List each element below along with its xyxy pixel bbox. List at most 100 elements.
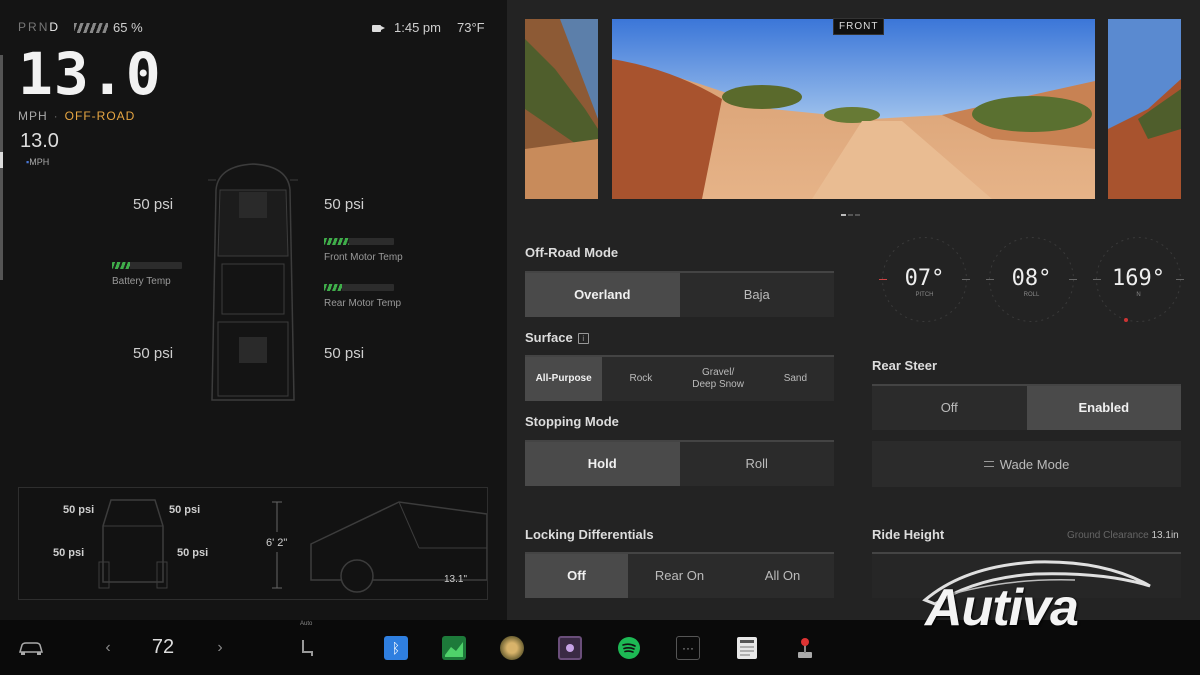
gear-d: D (49, 20, 61, 34)
roll-gauge: 08° ROLL (984, 232, 1079, 327)
pitch-value: 07° (904, 266, 945, 291)
temp-down-button[interactable]: ‹ (98, 620, 118, 675)
more-apps-glyph: ··· (676, 635, 700, 660)
seat-glyph (302, 639, 313, 656)
front-motor-temp-bar (324, 238, 394, 245)
stopping-mode-selector: Hold Roll (525, 440, 834, 486)
battery-temp-fill (112, 262, 130, 269)
battery-temp-bar (112, 262, 182, 269)
heading-value: 169° (1112, 266, 1165, 291)
speedometer: 13.0 (18, 40, 162, 108)
camera-page-dot[interactable] (855, 214, 860, 216)
off-road-mode-title: Off-Road Mode (525, 245, 619, 260)
toybox-glyph (500, 635, 524, 660)
roll-value: 08° (1011, 266, 1052, 291)
rear-motor-temp-fill (324, 284, 342, 291)
wade-mode-icon (983, 461, 994, 467)
toybox-app-icon[interactable] (498, 620, 526, 675)
gear-r: R (28, 20, 39, 34)
truck-rear-view-icon (98, 499, 168, 589)
gear-n: N (38, 20, 50, 34)
speed-unit-row: MPH · OFF-ROAD (18, 109, 135, 123)
rear-view-psi-rr: 50 psi (177, 547, 209, 559)
rear-steer-selector: Off Enabled (872, 384, 1181, 430)
gear-indicator: PRND (18, 20, 60, 34)
rear-view-psi-fr: 50 psi (169, 504, 201, 516)
battery-temp-label: Battery Temp (112, 276, 171, 287)
truck-top-view-icon (208, 163, 298, 401)
locking-differentials-option[interactable]: All On (731, 554, 834, 598)
drive-mode-label: OFF-ROAD (64, 109, 136, 123)
rear-steer-option[interactable]: Off (872, 386, 1027, 430)
temp-up-button[interactable]: › (210, 620, 230, 675)
rear-view-psi-fl: 50 psi (63, 504, 95, 516)
camera-app-glyph (558, 635, 582, 660)
pitch-gauge: 07° PITCH (877, 232, 972, 327)
bluetooth-glyph: ᛒ (384, 635, 408, 660)
wade-mode-button[interactable]: Wade Mode (872, 441, 1181, 487)
stopping-mode-option[interactable]: Roll (679, 442, 834, 486)
surface-option[interactable]: All-Purpose (525, 357, 603, 401)
ground-clearance-value: 13.1in (1151, 530, 1179, 541)
heading-gauge: 169° N (1091, 232, 1186, 327)
tire-pressure-front-right: 50 psi (324, 196, 365, 213)
surface-option[interactable]: Rock (602, 357, 680, 401)
speed-unit: MPH (18, 109, 48, 123)
seat-heater-label: Auto (300, 621, 313, 627)
front-motor-temp-label: Front Motor Temp (324, 252, 403, 263)
ground-clearance-readout: Ground Clearance 13.1in (1067, 530, 1179, 541)
cabin-temperature[interactable]: 72 (140, 620, 186, 675)
dashcam-icon[interactable] (372, 25, 385, 32)
off-road-mode-selector: Overland Baja (525, 271, 834, 317)
manual-glyph (737, 636, 757, 659)
front-camera-feed[interactable] (612, 19, 1095, 199)
battery-icon (74, 23, 108, 33)
ground-clearance-label: Ground Clearance (1067, 530, 1149, 541)
camera-page-dot[interactable] (848, 214, 853, 216)
inclinometer-gauges: 07° PITCH 08° ROLL 169° N (873, 232, 1191, 327)
left-camera-feed[interactable] (525, 19, 598, 199)
bluetooth-icon[interactable]: ᛒ (382, 620, 410, 675)
rear-steer-title: Rear Steer (872, 358, 938, 373)
surface-title-text: Surface (525, 330, 573, 345)
locking-differentials-selector: Off Rear On All On (525, 552, 834, 598)
rear-motor-temp-label: Rear Motor Temp (324, 298, 402, 309)
front-motor-temp-fill (324, 238, 349, 245)
battery-percent: 65 % (113, 20, 143, 35)
more-apps-icon[interactable]: ··· (674, 620, 702, 675)
locking-differentials-option[interactable]: Off (525, 554, 628, 598)
rear-steer-option[interactable]: Enabled (1026, 386, 1181, 430)
clock: 1:45 pm (394, 20, 441, 35)
pitch-label: PITCH (915, 292, 934, 298)
wade-mode-label: Wade Mode (999, 456, 1070, 472)
energy-app-icon[interactable] (440, 620, 468, 675)
joystick-glyph (798, 637, 812, 658)
off-road-controls-panel: FRONT Off-Road Mode Overland Baja Surface… (507, 0, 1200, 620)
surface-option[interactable]: Sand (756, 357, 834, 401)
manual-app-icon[interactable] (733, 620, 761, 675)
info-icon[interactable]: i (577, 333, 589, 345)
stopping-mode-option[interactable]: Hold (525, 442, 680, 486)
panel-edge-thumb[interactable] (0, 152, 3, 168)
rear-view-psi-rl: 50 psi (53, 547, 85, 559)
car-icon[interactable] (14, 620, 48, 675)
front-camera-label: FRONT (833, 18, 885, 35)
off-road-mode-option[interactable]: Baja (679, 273, 834, 317)
camera-app-icon[interactable] (556, 620, 584, 675)
gear-p: P (18, 20, 29, 34)
camera-page-indicator[interactable] (841, 203, 867, 216)
spotify-icon[interactable] (615, 620, 643, 675)
vehicle-dimensions-panel: 50 psi 50 psi 50 psi 50 psi 6' 2" 13.1" (18, 487, 488, 600)
stopping-mode-title: Stopping Mode (525, 414, 619, 429)
seat-heater-icon[interactable] (292, 620, 322, 675)
surface-option[interactable]: Gravel/Deep Snow (679, 357, 757, 401)
speed-limit-unit: ▪MPH (26, 157, 49, 167)
joystick-app-icon[interactable] (791, 620, 819, 675)
locking-differentials-option[interactable]: Rear On (628, 554, 731, 598)
right-camera-feed[interactable] (1108, 19, 1181, 199)
off-road-mode-option[interactable]: Overland (525, 273, 680, 317)
camera-page-dot[interactable] (841, 214, 846, 216)
car-icon-glyph (19, 641, 43, 655)
tire-pressure-front-left: 50 psi (133, 196, 174, 213)
speed-limit-value: 13.0 (20, 130, 59, 152)
